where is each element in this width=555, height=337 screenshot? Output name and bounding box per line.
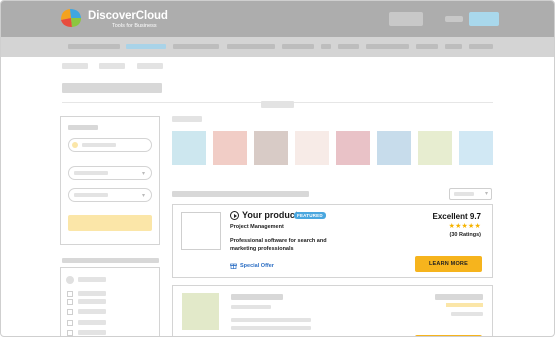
option-label [78, 309, 106, 314]
nav-item[interactable] [173, 44, 219, 49]
checkbox[interactable] [67, 330, 73, 336]
main-nav [1, 37, 554, 57]
filter-select[interactable]: ▾ [68, 166, 152, 180]
chevron-down-icon: ▾ [141, 193, 145, 199]
nav-item[interactable] [338, 44, 359, 49]
filter-select[interactable]: ▾ [68, 188, 152, 202]
option-label [78, 291, 106, 296]
ratings-count[interactable]: (30 Ratings) [450, 232, 481, 238]
special-offer-link[interactable]: Special Offer [240, 263, 274, 269]
option-label [78, 330, 106, 335]
chevron-down-icon: ▾ [141, 171, 145, 177]
category-tile[interactable] [213, 131, 247, 165]
breadcrumb[interactable] [62, 63, 88, 69]
filter-heading [68, 125, 98, 130]
nav-item[interactable] [469, 44, 493, 49]
discovercloud-logo-icon[interactable] [59, 6, 83, 28]
product-logo[interactable] [181, 212, 221, 250]
learn-more-button[interactable]: LEARN MORE [415, 256, 482, 272]
checkbox-panel [60, 267, 160, 336]
checkbox[interactable] [67, 299, 73, 305]
chevron-down-icon: ▾ [484, 191, 488, 197]
checkbox[interactable] [67, 291, 73, 297]
nav-item[interactable] [282, 44, 314, 49]
category-tile[interactable] [172, 131, 206, 165]
option-label [78, 277, 106, 282]
product-category [231, 305, 271, 309]
category-tile[interactable] [254, 131, 288, 165]
gift-icon [230, 263, 237, 269]
nav-item-active[interactable] [126, 44, 166, 49]
product-description [231, 318, 311, 322]
apply-filter-button[interactable] [68, 215, 152, 231]
category-tile[interactable] [377, 131, 411, 165]
nav-item[interactable] [227, 44, 275, 49]
breadcrumb[interactable] [137, 63, 163, 69]
product-score [435, 294, 483, 300]
product-card[interactable]: Your product FEATURED Project Management… [172, 204, 493, 278]
sort-dropdown[interactable]: ▾ [449, 188, 492, 200]
header-link[interactable] [445, 16, 463, 22]
header-cta-button[interactable] [469, 12, 499, 26]
breadcrumb[interactable] [99, 63, 125, 69]
product-logo[interactable] [182, 293, 219, 330]
select-value [74, 193, 108, 197]
search-placeholder [82, 143, 116, 147]
ratings-count[interactable] [451, 312, 483, 316]
brand-name[interactable]: DiscoverCloud [88, 10, 168, 22]
site-header: DiscoverCloud Tools for Business [1, 1, 554, 37]
section-label [261, 101, 294, 108]
nav-item[interactable] [445, 44, 462, 49]
search-icon [72, 142, 78, 148]
select-value [74, 171, 108, 175]
nav-item[interactable] [416, 44, 438, 49]
product-description [231, 326, 311, 330]
option-label [78, 299, 106, 304]
product-description: Professional software for search and mar… [230, 238, 327, 252]
panel-heading [62, 258, 159, 263]
page-title [62, 83, 162, 93]
browser-frame: DiscoverCloud Tools for Business ▾ ▾ ▾ Y… [0, 0, 555, 337]
nav-item[interactable] [366, 44, 409, 49]
rating-stars: ★★★★★ [448, 223, 481, 230]
header-button[interactable] [389, 12, 423, 26]
nav-item[interactable] [68, 44, 120, 49]
product-score: Excellent 9.7 [432, 212, 481, 221]
product-card-placeholder[interactable] [172, 285, 493, 336]
category-tile[interactable] [418, 131, 452, 165]
results-heading [172, 191, 309, 197]
featured-badge: FEATURED [294, 212, 326, 219]
radio-icon[interactable] [66, 276, 74, 284]
category-heading [172, 116, 202, 122]
play-icon[interactable] [230, 211, 239, 220]
product-name[interactable] [231, 294, 283, 300]
checkbox[interactable] [67, 320, 73, 326]
nav-item[interactable] [321, 44, 331, 49]
rating-stars [446, 303, 483, 307]
product-name[interactable]: Your product [242, 210, 298, 220]
product-category: Project Management [230, 224, 284, 230]
checkbox[interactable] [67, 309, 73, 315]
search-input[interactable] [68, 138, 152, 152]
category-tile[interactable] [459, 131, 493, 165]
category-tile[interactable] [295, 131, 329, 165]
category-tile[interactable] [336, 131, 370, 165]
filter-panel: ▾ ▾ [60, 116, 160, 245]
sort-value [454, 192, 474, 196]
option-label [78, 320, 106, 325]
brand-tagline: Tools for Business [112, 23, 157, 29]
